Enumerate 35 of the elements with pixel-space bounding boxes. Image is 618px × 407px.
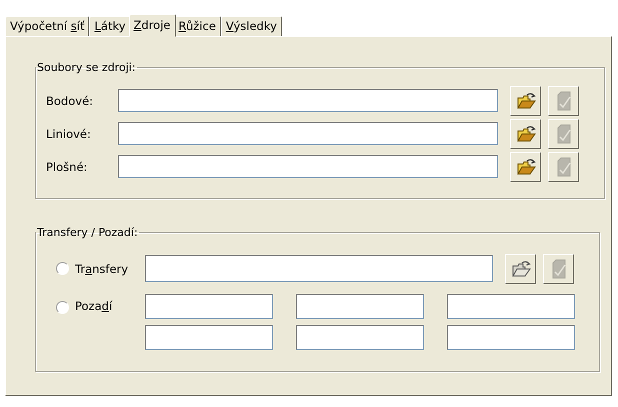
check-page-icon: [556, 156, 572, 176]
group-title: Transfery / Pozadí:: [36, 226, 139, 239]
background-field[interactable]: [296, 294, 424, 319]
background-field[interactable]: [447, 294, 575, 319]
file-path-field[interactable]: [145, 255, 493, 282]
folder-icon: [510, 260, 530, 278]
field-label: Liniové:: [46, 126, 92, 140]
open-folder-button[interactable]: [510, 118, 541, 148]
radio-label[interactable]: Pozadí: [75, 299, 145, 313]
folder-icon: [516, 92, 536, 110]
background-field[interactable]: [145, 294, 273, 319]
background-field[interactable]: [296, 325, 424, 350]
open-folder-button[interactable]: [510, 86, 541, 116]
tab[interactable]: Zdroje: [128, 14, 176, 37]
open-folder-button[interactable]: [510, 152, 541, 182]
file-path-field[interactable]: [118, 155, 498, 178]
background-field[interactable]: [145, 325, 273, 350]
check-page-icon: [556, 124, 572, 144]
folder-icon: [516, 124, 536, 142]
file-path-field[interactable]: [118, 89, 498, 112]
folder-icon: [516, 158, 536, 176]
check-page-icon: [550, 258, 566, 278]
field-label: Bodové:: [46, 94, 94, 108]
tab[interactable]: Výsledky: [220, 16, 282, 36]
field-label: Plošné:: [46, 160, 88, 174]
tab[interactable]: Výpočetní síť: [5, 16, 90, 36]
radio-label[interactable]: Transfery: [75, 262, 145, 276]
file-path-field[interactable]: [118, 122, 498, 145]
tab[interactable]: Růžice: [174, 16, 221, 36]
tab[interactable]: Látky: [89, 16, 131, 36]
group-title: Soubory se zdroji:: [36, 61, 137, 74]
background-field[interactable]: [447, 325, 575, 350]
check-page-icon: [556, 90, 572, 110]
radio-button[interactable]: [56, 262, 69, 275]
radio-button[interactable]: [56, 301, 69, 314]
